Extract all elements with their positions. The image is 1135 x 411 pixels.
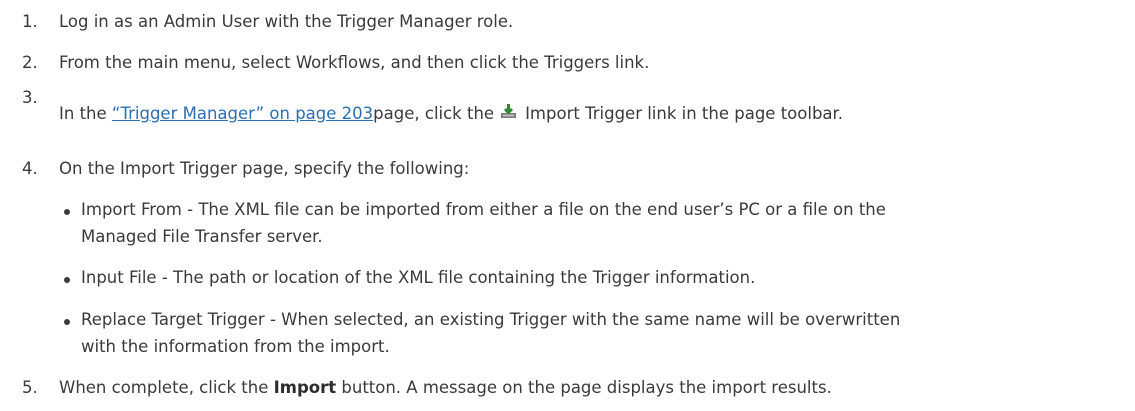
step-text: Log in as an Admin User with the Trigger… <box>59 12 514 31</box>
step-text-post: button. A message on the page displays t… <box>336 378 832 397</box>
step-text-mid: page, click the <box>373 104 495 123</box>
step-text-pre: In the <box>59 104 112 123</box>
step-number: 2. <box>22 53 38 72</box>
step-text: From the main menu, select Workflows, an… <box>59 53 650 72</box>
bullet-dot <box>64 277 70 283</box>
import-download-icon <box>501 104 517 118</box>
step-text-post: Import Trigger link in the page toolbar. <box>525 104 844 123</box>
step-text-pre: When complete, click the <box>59 378 274 397</box>
step-number: 4. <box>22 159 38 178</box>
bullet-dot <box>64 319 70 325</box>
step-text: In the “Trigger Manager” on page 203page… <box>59 103 843 123</box>
bullet-text-line: Managed File Transfer server. <box>81 227 323 246</box>
bullet-text-line: Import From - The XML file can be import… <box>81 200 886 219</box>
step-number: 1. <box>22 12 38 31</box>
step-text: When complete, click the Import button. … <box>59 378 832 397</box>
step-number: 3. <box>22 88 38 107</box>
bullet-text-line: Input File - The path or location of the… <box>81 268 756 287</box>
bullet-dot <box>64 209 70 215</box>
step-number: 5. <box>22 378 38 397</box>
step-text: On the Import Trigger page, specify the … <box>59 159 470 178</box>
bullet-text-line: with the information from the import. <box>81 337 390 356</box>
bullet-text-line: Replace Target Trigger - When selected, … <box>81 310 901 329</box>
import-button-reference: Import <box>273 378 337 397</box>
instructions-page: 1. Log in as an Admin User with the Trig… <box>0 0 1135 411</box>
trigger-manager-link[interactable]: “Trigger Manager” on page 203 <box>112 104 373 123</box>
